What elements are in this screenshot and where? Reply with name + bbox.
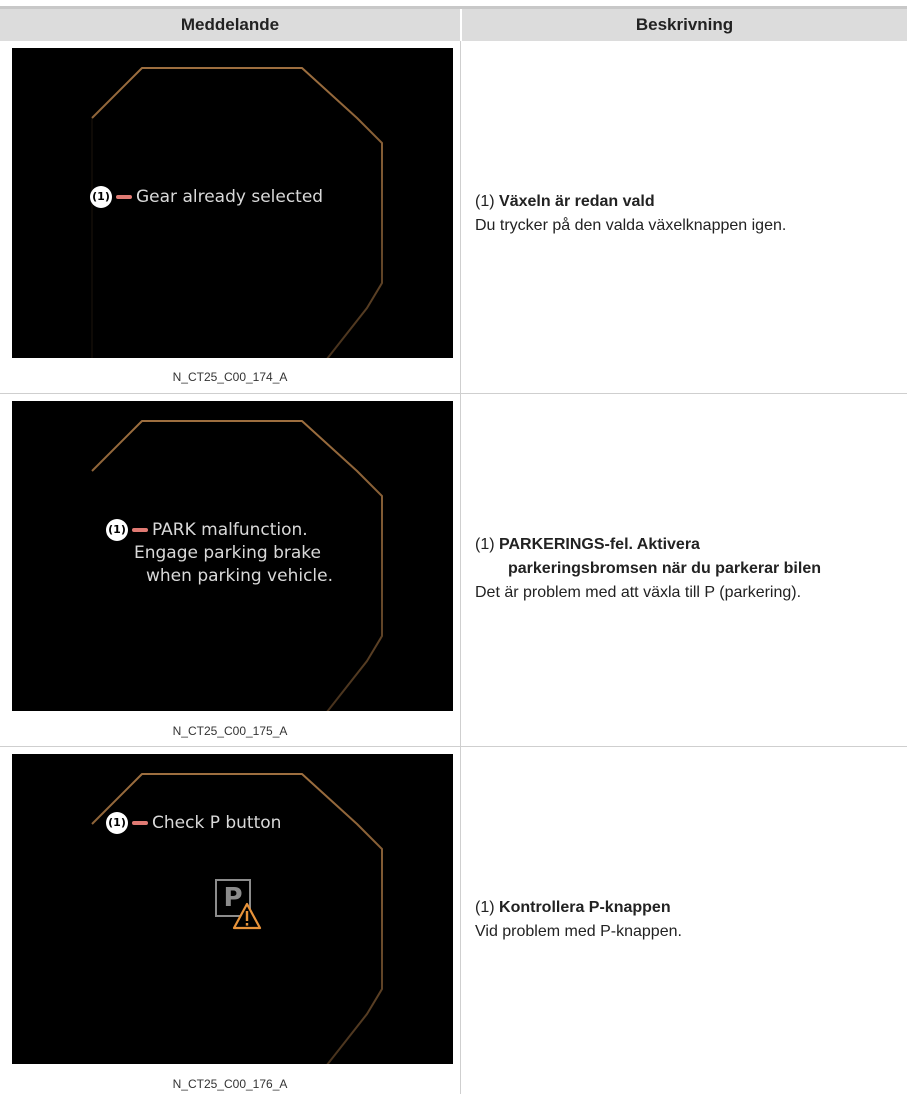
description-number: (1) [475,536,495,553]
column-divider [460,41,461,1094]
screen-message-line: when parking vehicle. [146,566,333,586]
row-divider [0,393,907,394]
callout-badge: (1) [106,812,128,834]
description-block: (1) Kontrollera P-knappen Vid problem me… [475,896,900,944]
screen-message-line: PARK malfunction. [152,520,308,540]
dashboard-screen-image: (1) Gear already selected [12,48,453,358]
image-caption: N_CT25_C00_174_A [172,370,288,384]
callout-badge: (1) [106,519,128,541]
warning-triangle-icon [232,902,262,930]
dashboard-screen-image: (1) PARK malfunction. Engage parking bra… [12,401,453,711]
description-block: (1) Växeln är redan vald Du trycker på d… [475,190,900,238]
description-body: Du trycker på den valda växelknappen ige… [475,217,787,234]
dashboard-screen-image: (1) Check P button P [12,754,453,1064]
description-title-continued: parkeringsbromsen när du parkerar bilen [508,560,821,577]
description-title: PARKERINGS-fel. Aktivera [499,536,700,553]
callout-badge: (1) [90,186,112,208]
callout-dash [132,528,148,532]
header-meddelande: Meddelande [180,15,280,34]
image-caption: N_CT25_C00_175_A [172,724,288,738]
callout-dash [116,195,132,199]
table-header: Meddelande Beskrivning [0,9,907,41]
description-title: Kontrollera P-knappen [499,899,671,916]
description-block: (1) PARKERINGS-fel. Aktivera parkeringsb… [475,533,900,605]
description-body: Vid problem med P-knappen. [475,923,682,940]
screen-message-line: Check P button [152,813,282,833]
callout-dash [132,821,148,825]
description-number: (1) [475,899,495,916]
description-number: (1) [475,193,495,210]
image-caption: N_CT25_C00_176_A [172,1077,288,1091]
header-beskrivning: Beskrivning [635,15,734,34]
row-divider [0,746,907,747]
description-title: Växeln är redan vald [499,193,655,210]
description-body: Det är problem med att växla till P (par… [475,584,802,601]
screen-message-line: Gear already selected [136,187,324,207]
screen-message-line: Engage parking brake [134,543,322,563]
